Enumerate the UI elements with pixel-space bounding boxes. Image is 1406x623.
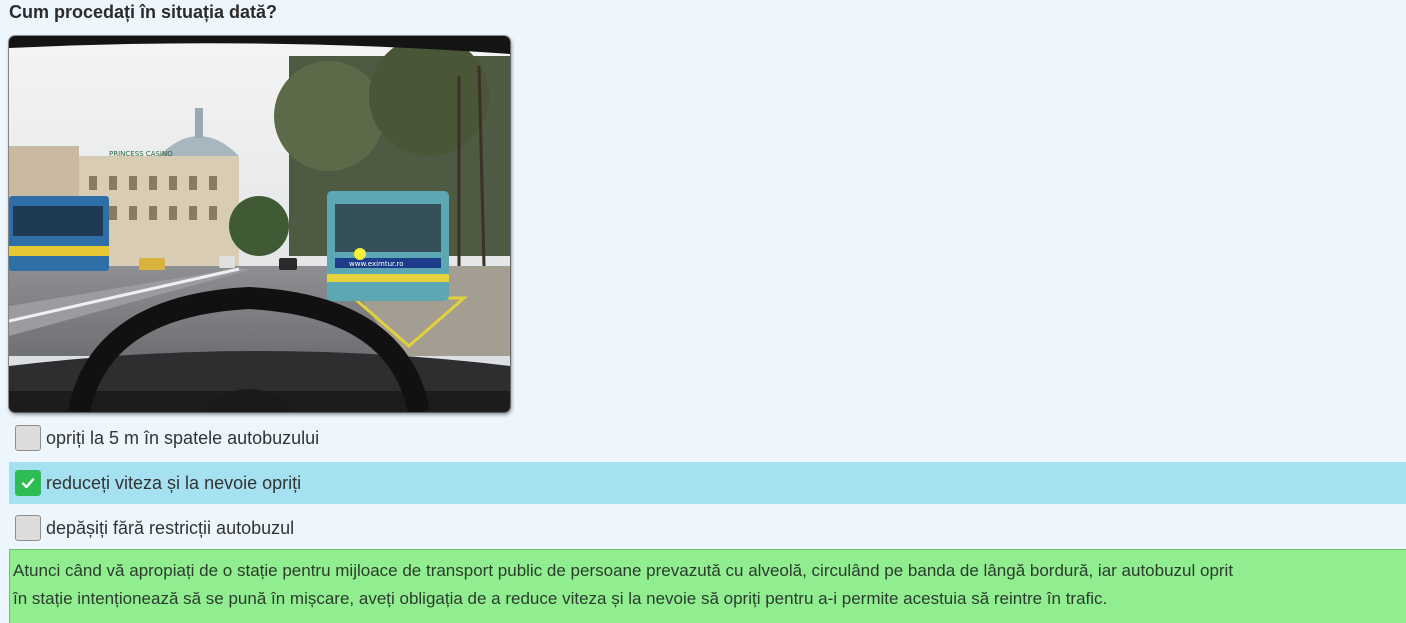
answer-label: depășiți fără restricții autobuzul (46, 518, 295, 538)
answer-label: reduceți viteza și la nevoie opriți (46, 473, 302, 493)
question-title: Cum procedați în situația dată? (9, 2, 278, 22)
answer-option-1[interactable]: opriți la 5 m în spatele autobuzului (9, 417, 1406, 459)
answer-option-2[interactable]: reduceți viteza și la nevoie opriți (9, 462, 1406, 504)
checkbox-unchecked[interactable] (15, 425, 41, 451)
checkmark-icon (21, 478, 35, 489)
explanation-line-2: în stație intenționează să se pună în mi… (13, 589, 1108, 608)
building-sign: PRINCESS CASINO (109, 150, 173, 158)
answer-label: opriți la 5 m în spatele autobuzului (46, 428, 320, 448)
checkbox-checked[interactable] (15, 470, 41, 496)
explanation-box: Atunci când vă apropiați de o stație pen… (9, 549, 1406, 623)
traffic-scene-illustration: PRINCESS CASINO www.eximtur.ro (9, 36, 510, 412)
explanation-line-1: Atunci când vă apropiați de o stație pen… (13, 561, 1234, 580)
question-image: PRINCESS CASINO www.eximtur.ro (9, 36, 510, 412)
answer-option-3[interactable]: depășiți fără restricții autobuzul (9, 507, 1406, 549)
answer-list: opriți la 5 m în spatele autobuzului red… (9, 417, 1406, 552)
checkbox-unchecked[interactable] (15, 515, 41, 541)
bus-destination-sign: www.eximtur.ro (349, 260, 404, 268)
